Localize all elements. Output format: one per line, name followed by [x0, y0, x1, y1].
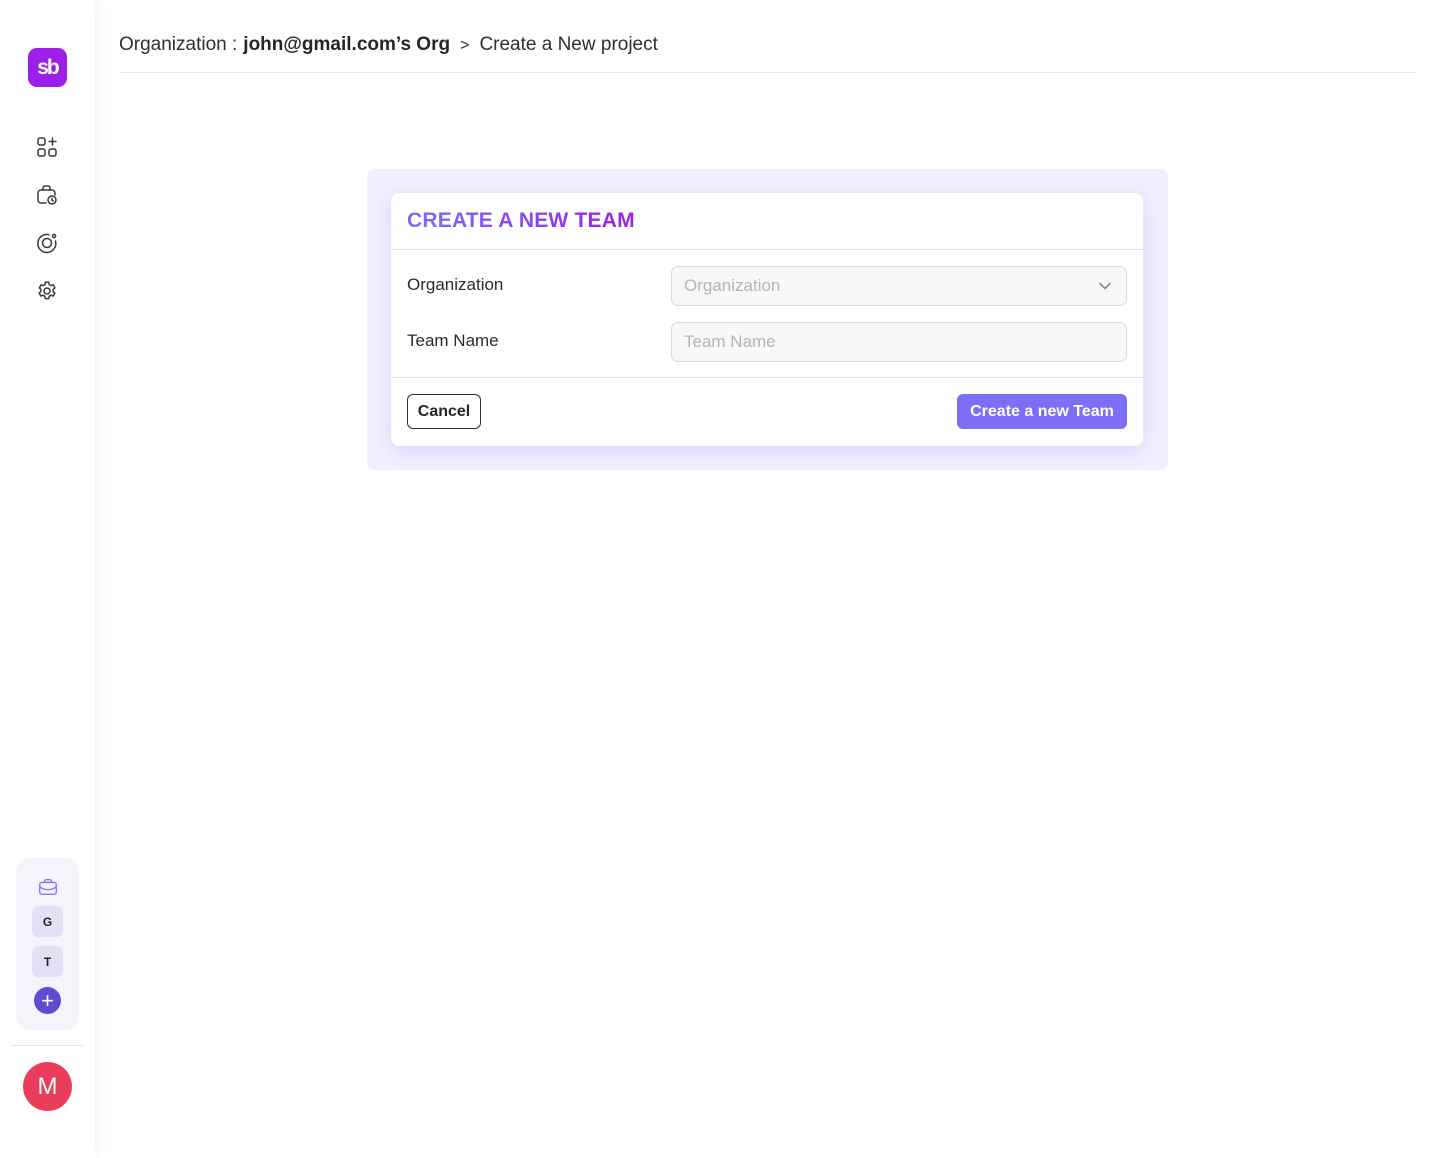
- team-item-g[interactable]: G: [32, 906, 63, 937]
- breadcrumb-prefix: Organization :: [119, 34, 238, 55]
- target-icon: [37, 233, 57, 254]
- breadcrumb-separator: >: [460, 37, 470, 54]
- sidebar-divider: [11, 1045, 83, 1046]
- breadcrumb-current: Create a New project: [479, 34, 658, 55]
- team-item-t[interactable]: T: [32, 946, 63, 977]
- teams-header: [37, 876, 59, 898]
- create-team-dialog: CREATE A NEW TEAM Organization Organizat…: [391, 193, 1143, 446]
- organization-label: Organization: [407, 275, 504, 294]
- nav-settings-button[interactable]: [34, 278, 60, 304]
- organization-select[interactable]: Organization: [671, 266, 1127, 306]
- nav-dashboard-button[interactable]: [34, 134, 60, 160]
- add-team-button[interactable]: +: [34, 987, 61, 1014]
- nav-projects-button[interactable]: [34, 182, 60, 208]
- nav-activity-button[interactable]: [34, 230, 60, 256]
- organization-select-value: Organization: [684, 276, 781, 295]
- team-name-label: Team Name: [407, 331, 499, 350]
- team-name-placeholder: Team Name: [684, 332, 776, 351]
- breadcrumb: Organization : john@gmail.com’s Org > Cr…: [119, 34, 658, 56]
- logo-text: sb: [37, 55, 59, 79]
- team-name-input[interactable]: Team Name: [671, 322, 1127, 362]
- app-logo[interactable]: sb: [28, 48, 67, 87]
- team-initial: T: [43, 954, 52, 969]
- cancel-button[interactable]: Cancel: [407, 394, 481, 429]
- team-initial: G: [42, 914, 53, 929]
- sidebar: sb G T + M: [0, 0, 95, 1158]
- grid-add-icon: [37, 137, 57, 157]
- header-divider: [119, 72, 1416, 73]
- avatar-initial: M: [37, 1072, 58, 1100]
- dialog-header-divider: [391, 249, 1143, 250]
- breadcrumb-org-link[interactable]: john@gmail.com’s Org: [243, 34, 450, 56]
- modal-backdrop: CREATE A NEW TEAM Organization Organizat…: [367, 169, 1168, 470]
- dialog-footer-divider: [391, 377, 1143, 378]
- app-root: sb G T + M Organization: john@gmail.com…: [0, 0, 1440, 1158]
- gear-icon: [38, 281, 56, 300]
- user-avatar[interactable]: M: [23, 1062, 72, 1111]
- dialog-title: CREATE A NEW TEAM: [407, 209, 635, 232]
- briefcase-clock-icon: [37, 185, 57, 205]
- chevron-down-icon: [1096, 277, 1114, 295]
- create-team-button[interactable]: Create a new Team: [957, 394, 1127, 429]
- plus-icon: +: [41, 987, 54, 1013]
- team-switcher: G T +: [16, 858, 79, 1030]
- briefcase-icon: [39, 878, 57, 896]
